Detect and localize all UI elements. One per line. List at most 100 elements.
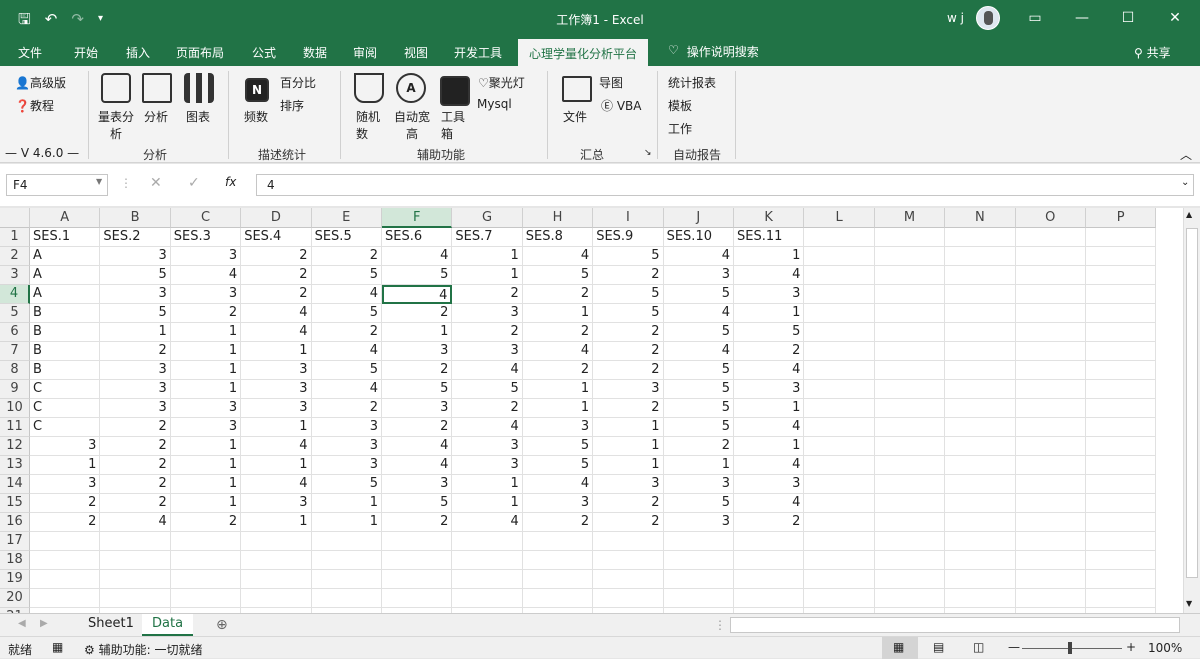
cell[interactable] — [593, 589, 664, 608]
cell[interactable] — [734, 532, 805, 551]
cell[interactable] — [874, 551, 946, 570]
name-box-dropdown-icon[interactable]: ▼ — [96, 177, 102, 186]
cell[interactable] — [804, 399, 875, 418]
cell[interactable] — [1086, 532, 1157, 551]
scale-icon[interactable] — [101, 73, 131, 103]
autofit-icon[interactable]: A — [396, 73, 426, 103]
cell[interactable]: 2 — [522, 323, 594, 342]
cell[interactable] — [382, 532, 453, 551]
cell[interactable]: 4 — [734, 361, 805, 380]
row-header[interactable]: 12 — [0, 437, 30, 456]
cell[interactable] — [1015, 323, 1086, 342]
cell[interactable]: 2 — [170, 513, 242, 532]
cell[interactable] — [874, 361, 946, 380]
split-handle[interactable]: ⋮ — [714, 618, 726, 632]
spreadsheet-grid[interactable]: A B C D E F G H I J K L M N O P 1 SES.1 SES.2 SES.3 SES.4 SES… — [0, 208, 1183, 613]
cell[interactable]: 3 — [170, 418, 242, 437]
cell[interactable] — [874, 532, 946, 551]
cell[interactable]: 5 — [663, 380, 734, 399]
cell[interactable]: 5 — [522, 437, 594, 456]
cell[interactable] — [874, 380, 946, 399]
file-button[interactable]: 文件 — [563, 108, 587, 125]
cell[interactable]: 3 — [593, 475, 664, 494]
cell[interactable]: 2 — [100, 437, 171, 456]
cell[interactable]: C — [30, 399, 101, 418]
cell[interactable]: 4 — [663, 304, 734, 323]
cell[interactable]: 1 — [452, 247, 523, 266]
zoom-slider-thumb[interactable] — [1068, 642, 1072, 654]
column-header[interactable]: L — [804, 208, 875, 228]
cell[interactable] — [1086, 266, 1157, 285]
cell[interactable]: 3 — [452, 437, 523, 456]
cell[interactable] — [945, 418, 1016, 437]
cell[interactable]: 4 — [241, 304, 312, 323]
cell[interactable] — [170, 551, 242, 570]
cell[interactable]: C — [30, 380, 101, 399]
cell[interactable] — [804, 570, 875, 589]
template-button[interactable]: 模板 — [668, 97, 692, 114]
cell[interactable] — [30, 589, 101, 608]
cell[interactable]: 1 — [593, 456, 664, 475]
cell[interactable] — [1015, 437, 1086, 456]
column-header[interactable]: P — [1086, 208, 1157, 228]
cell[interactable] — [1086, 380, 1157, 399]
cell[interactable] — [311, 551, 382, 570]
cell[interactable] — [1086, 247, 1157, 266]
enter-icon[interactable]: ✓ — [188, 175, 200, 191]
cell[interactable]: 5 — [593, 285, 664, 304]
cell[interactable]: 2 — [241, 285, 312, 304]
cell[interactable] — [804, 247, 875, 266]
cell[interactable]: 2 — [663, 437, 734, 456]
sheet-tab-sheet1[interactable]: Sheet1 — [78, 614, 144, 636]
cell[interactable] — [804, 456, 875, 475]
cell[interactable] — [1015, 532, 1086, 551]
cell[interactable]: 2 — [593, 399, 664, 418]
cell[interactable] — [593, 570, 664, 589]
cell[interactable]: SES.7 — [452, 228, 523, 247]
spotlight-button[interactable]: ♡聚光灯 — [478, 74, 525, 91]
cell[interactable]: 2 — [100, 342, 171, 361]
cell[interactable] — [1086, 399, 1157, 418]
cell[interactable]: 5 — [593, 247, 664, 266]
cell[interactable]: 1 — [170, 437, 242, 456]
column-header[interactable]: G — [452, 208, 523, 228]
cell[interactable] — [452, 570, 523, 589]
cell[interactable]: 1 — [241, 342, 312, 361]
cell[interactable] — [874, 456, 946, 475]
random-number-button[interactable]: 随机数 — [356, 108, 386, 142]
cell[interactable] — [1086, 513, 1157, 532]
column-header[interactable]: A — [30, 208, 101, 228]
column-header[interactable]: C — [170, 208, 242, 228]
cell[interactable] — [945, 323, 1016, 342]
cell[interactable]: 4 — [382, 247, 453, 266]
cell[interactable]: 2 — [100, 494, 171, 513]
cell[interactable]: 2 — [170, 304, 242, 323]
cell[interactable] — [804, 285, 875, 304]
cell[interactable]: 1 — [170, 342, 242, 361]
cell[interactable]: 4 — [663, 247, 734, 266]
cell[interactable]: 1 — [734, 247, 805, 266]
cell[interactable] — [804, 361, 875, 380]
macro-record-icon[interactable]: ▦ — [52, 640, 63, 654]
analysis-chart-icon[interactable] — [142, 73, 172, 103]
page-layout-view-icon[interactable]: ▤ — [933, 640, 944, 654]
cell[interactable] — [311, 589, 382, 608]
cell[interactable]: 3 — [522, 418, 594, 437]
tab-insert[interactable]: 插入 — [126, 44, 150, 61]
row-header[interactable]: 16 — [0, 513, 30, 532]
guide-button[interactable]: 导图 — [599, 74, 623, 91]
cell[interactable]: 2 — [522, 361, 594, 380]
cell[interactable]: 3 — [30, 475, 101, 494]
cell[interactable] — [874, 437, 946, 456]
cell[interactable]: 3 — [170, 399, 242, 418]
cell[interactable]: 1 — [734, 399, 805, 418]
cell[interactable] — [874, 399, 946, 418]
add-sheet-icon[interactable]: ⊕ — [216, 617, 228, 633]
cell[interactable]: 1 — [170, 361, 242, 380]
cell[interactable]: 3 — [100, 399, 171, 418]
cell[interactable] — [522, 570, 594, 589]
cell[interactable]: 2 — [593, 323, 664, 342]
cell[interactable] — [804, 228, 875, 247]
column-header[interactable]: M — [874, 208, 946, 228]
cell[interactable]: SES.4 — [241, 228, 312, 247]
